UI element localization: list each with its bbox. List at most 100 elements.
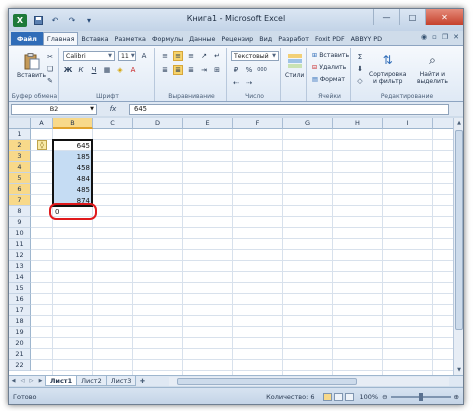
sheet-tab-3[interactable]: Лист3 (105, 376, 137, 386)
row-header[interactable]: 21 (9, 349, 31, 360)
column-header[interactable]: F (233, 118, 283, 129)
close-button[interactable]: ✕ (425, 9, 463, 25)
worksheet-grid[interactable]: ABCDEFGHIJ123456789101112131415161718192… (9, 118, 453, 375)
page-break-view-icon[interactable] (344, 392, 354, 401)
sheet-tab-1[interactable]: Лист1 (45, 376, 78, 386)
vertical-scrollbar[interactable]: ▲ ▼ (453, 118, 463, 375)
column-header[interactable]: I (383, 118, 433, 129)
row-header[interactable]: 11 (9, 239, 31, 250)
autosum-button[interactable]: Σ (355, 52, 365, 62)
row-header[interactable]: 17 (9, 305, 31, 316)
row-header[interactable]: 5 (9, 173, 31, 184)
decrease-decimal-icon[interactable]: ⇢ (244, 78, 254, 88)
zoom-slider-knob[interactable] (418, 392, 423, 401)
column-header[interactable]: G (283, 118, 333, 129)
row-header[interactable]: 1 (9, 129, 31, 140)
column-header[interactable]: D (133, 118, 183, 129)
align-right-icon[interactable]: ≣ (186, 65, 196, 75)
maximize-button[interactable]: □ (399, 9, 425, 25)
row-header[interactable]: 10 (9, 228, 31, 239)
align-center-icon[interactable]: ≣ (173, 65, 183, 75)
row-header[interactable]: 4 (9, 162, 31, 173)
delete-cells-button[interactable]: ⊟ Удалить (312, 64, 346, 71)
column-header[interactable]: H (333, 118, 383, 129)
horizontal-scroll-thumb[interactable] (177, 378, 357, 385)
indent-icon[interactable]: ⇥ (199, 65, 209, 75)
cut-icon[interactable]: ✂ (45, 52, 55, 62)
row-header[interactable]: 22 (9, 360, 31, 371)
clear-icon[interactable]: ◇ (355, 76, 365, 86)
row-header[interactable]: 7 (9, 195, 31, 206)
tab-developer[interactable]: Разработ (275, 32, 312, 45)
font-color-icon[interactable]: A (128, 65, 138, 75)
font-name-select[interactable]: Calibri ▼ (63, 51, 115, 61)
ribbon-minimize-icon[interactable]: ▫ (432, 33, 437, 41)
row-header[interactable]: 8 (9, 206, 31, 217)
tab-data[interactable]: Данные (186, 32, 218, 45)
column-header[interactable]: J (433, 118, 453, 129)
thousands-button[interactable]: 000 (257, 65, 267, 75)
row-header[interactable]: 6 (9, 184, 31, 195)
paste-button[interactable]: Вставить (17, 52, 46, 79)
tab-foxit-pdf[interactable]: Foxit PDF (312, 32, 348, 45)
close-workbook-icon[interactable]: ✕ (453, 33, 459, 41)
row-header[interactable]: 20 (9, 338, 31, 349)
bold-button[interactable]: Ж (63, 65, 73, 75)
orientation-icon[interactable]: ↗ (199, 51, 209, 61)
row-header[interactable]: 12 (9, 250, 31, 261)
zoom-level[interactable]: 100% (360, 393, 379, 401)
column-header[interactable]: B (53, 118, 93, 129)
zoom-out-icon[interactable]: ⊖ (382, 393, 387, 401)
row-header[interactable]: 14 (9, 272, 31, 283)
merge-cells-icon[interactable]: ⊞ (212, 65, 222, 75)
copy-icon[interactable]: ❏ (45, 64, 55, 74)
number-format-select[interactable]: Текстовый ▼ (231, 51, 279, 61)
insert-function-icon[interactable]: fx (101, 105, 125, 113)
new-sheet-icon[interactable]: ✚ (135, 376, 149, 386)
font-size-select[interactable]: 11 ▼ (118, 51, 136, 61)
styles-button[interactable]: Стили (285, 52, 304, 79)
column-header[interactable]: C (93, 118, 133, 129)
name-box[interactable]: B2 ▼ (11, 103, 97, 115)
grow-font-icon[interactable]: A (139, 51, 149, 61)
border-icon[interactable]: ▦ (102, 65, 112, 75)
scroll-down-icon[interactable]: ▼ (454, 365, 463, 375)
row-header[interactable]: 19 (9, 327, 31, 338)
insert-cells-button[interactable]: ⊞ Вставить (312, 52, 349, 59)
tab-view[interactable]: Вид (256, 32, 275, 45)
align-left-icon[interactable]: ≣ (160, 65, 170, 75)
find-select-button[interactable]: ⌕ Найти и выделить (417, 51, 448, 86)
column-header[interactable]: A (31, 118, 53, 129)
row-header[interactable]: 3 (9, 151, 31, 162)
page-layout-view-icon[interactable] (333, 392, 343, 401)
row-header[interactable]: 9 (9, 217, 31, 228)
italic-button[interactable]: К (76, 65, 86, 75)
select-all-corner[interactable] (9, 118, 31, 129)
currency-icon[interactable]: ₽ (231, 65, 241, 75)
prev-sheet-icon[interactable]: ◁ (18, 378, 27, 384)
tab-page-layout[interactable]: Разметка (112, 32, 149, 45)
tab-home[interactable]: Главная (42, 32, 79, 45)
formula-input[interactable]: 645 (129, 103, 449, 115)
help-icon[interactable]: ◉ (421, 33, 427, 41)
row-header[interactable]: 18 (9, 316, 31, 327)
tab-insert[interactable]: Вставка (78, 32, 111, 45)
first-sheet-icon[interactable]: ◀ (9, 378, 18, 384)
sort-filter-button[interactable]: ⇅ Сортировка и фильтр (369, 51, 406, 86)
column-header[interactable]: E (183, 118, 233, 129)
zoom-in-icon[interactable]: ⊕ (454, 393, 459, 401)
normal-view-icon[interactable] (322, 392, 332, 401)
tab-abbyy-pdf[interactable]: ABBYY PD (348, 32, 385, 45)
minimize-button[interactable]: — (373, 9, 399, 25)
next-sheet-icon[interactable]: ▷ (27, 378, 36, 384)
row-header[interactable]: 13 (9, 261, 31, 272)
percent-button[interactable]: % (244, 65, 254, 75)
align-middle-icon[interactable]: ≡ (173, 51, 183, 61)
warning-icon[interactable]: ◊ (37, 140, 47, 150)
row-header[interactable]: 2 (9, 140, 31, 151)
restore-icon[interactable]: ❐ (442, 33, 448, 41)
scroll-up-icon[interactable]: ▲ (454, 118, 463, 128)
tab-formulas[interactable]: Формулы (149, 32, 186, 45)
tab-file[interactable]: Файл (11, 32, 43, 45)
row-header[interactable]: 15 (9, 283, 31, 294)
